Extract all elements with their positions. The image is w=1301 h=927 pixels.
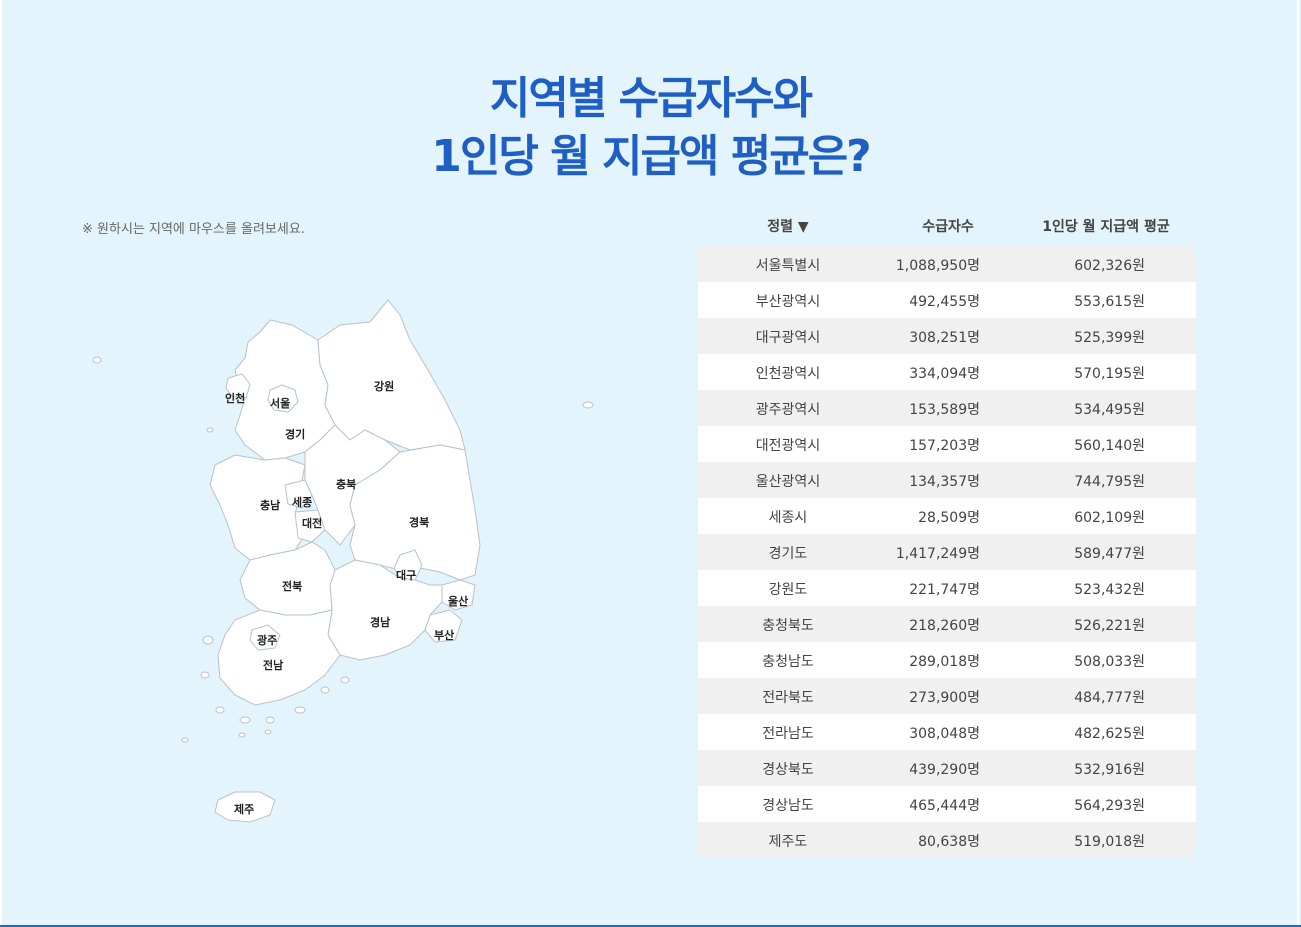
average-amount: 553,615원 [1074,294,1145,310]
table-row[interactable]: 강원도 221,747명 523,432원 [698,570,1196,606]
table-row[interactable]: 충청북도 218,260명 526,221원 [698,606,1196,642]
table-row[interactable]: 대구광역시 308,251명 525,399원 [698,318,1196,354]
label-gyeonggi[interactable]: 경기 [285,426,305,442]
table-row[interactable]: 전라북도 273,900명 484,777원 [698,678,1196,714]
region-name: 인천광역시 [755,366,821,382]
region-name: 전라북도 [762,690,814,706]
region-gangwon [317,299,466,451]
table-row[interactable]: 충청남도 289,018명 508,033원 [698,642,1196,678]
label-gangwon[interactable]: 강원 [374,378,394,394]
region-name: 전라남도 [762,726,814,742]
region-name: 제주도 [768,834,808,850]
label-gyeongnam[interactable]: 경남 [370,614,390,630]
korea-map: 인천 서울 경기 강원 충남 세종 대전 충북 경북 대구 전북 울산 경남 부… [70,280,670,840]
recipient-count: 492,455명 [909,294,980,310]
region-name: 충청남도 [762,654,814,670]
average-amount: 564,293원 [1074,798,1145,814]
region-name: 경상북도 [762,762,814,778]
recipient-count: 1,417,249명 [895,546,980,562]
average-amount: 602,109원 [1074,510,1145,526]
region-name: 울산광역시 [755,474,821,490]
label-busan[interactable]: 부산 [434,627,454,643]
map-hint: ※ 원하시는 지역에 마우스를 올려보세요. [82,222,305,237]
table-row[interactable]: 세종시 28,509명 602,109원 [698,498,1196,534]
sort-button[interactable]: 정렬 ▼ [698,216,878,236]
region-name: 대전광역시 [755,438,821,454]
average-amount: 744,795원 [1074,474,1145,490]
average-amount: 534,495원 [1074,402,1145,418]
label-ulsan[interactable]: 울산 [448,593,468,609]
region-chungnam [209,454,306,561]
average-amount: 532,916원 [1074,762,1145,778]
title-line-1: 지역별 수급자수와 [489,73,813,124]
average-amount: 525,399원 [1074,330,1145,346]
region-name: 충청북도 [762,618,814,634]
label-chungnam[interactable]: 충남 [260,497,280,513]
table-row[interactable]: 제주도 80,638명 519,018원 [698,822,1196,858]
recipient-count: 134,357명 [909,474,980,490]
label-chungbuk[interactable]: 충북 [336,476,356,492]
table-row[interactable]: 경상남도 465,444명 564,293원 [698,786,1196,822]
average-amount: 523,432원 [1074,582,1145,598]
recipient-count: 28,509명 [918,510,980,526]
label-gyeongbuk[interactable]: 경북 [409,514,429,530]
recipient-count: 465,444명 [909,798,980,814]
table-row[interactable]: 경기도 1,417,249명 589,477원 [698,534,1196,570]
average-amount: 519,018원 [1074,834,1145,850]
label-jeonnam[interactable]: 전남 [263,657,283,673]
label-jeonbuk[interactable]: 전북 [282,578,302,594]
header-count: 수급자수 [922,219,974,235]
average-amount: 526,221원 [1074,618,1145,634]
table-row[interactable]: 부산광역시 492,455명 553,615원 [698,282,1196,318]
region-name: 경상남도 [762,798,814,814]
label-incheon[interactable]: 인천 [225,390,245,406]
title-line-2: 1인당 월 지급액 평균은? [431,131,871,182]
label-daejeon[interactable]: 대전 [302,515,322,531]
recipient-count: 439,290명 [909,762,980,778]
page-title: 지역별 수급자수와 1인당 월 지급액 평균은? [0,70,1301,186]
region-name: 경기도 [768,546,808,562]
average-amount: 508,033원 [1074,654,1145,670]
average-amount: 482,625원 [1074,726,1145,742]
recipient-count: 157,203명 [909,438,980,454]
label-seoul[interactable]: 서울 [270,395,290,411]
average-amount: 570,195원 [1074,366,1145,382]
table-header: 정렬 ▼ 수급자수 1인당 월 지급액 평균 [698,216,1196,244]
table-row[interactable]: 전라남도 308,048명 482,625원 [698,714,1196,750]
recipient-count: 1,088,950명 [895,258,980,274]
region-name: 광주광역시 [755,402,821,418]
table-row[interactable]: 울산광역시 134,357명 744,795원 [698,462,1196,498]
table-row[interactable]: 인천광역시 334,094명 570,195원 [698,354,1196,390]
label-jeju[interactable]: 제주 [234,801,254,817]
region-name: 대구광역시 [755,330,821,346]
recipient-count: 308,048명 [909,726,980,742]
label-gwangju[interactable]: 광주 [257,632,277,648]
label-sejong[interactable]: 세종 [292,494,312,510]
average-amount: 602,326원 [1074,258,1145,274]
region-name: 세종시 [768,510,808,526]
table-row[interactable]: 경상북도 439,290명 532,916원 [698,750,1196,786]
region-name: 부산광역시 [755,294,821,310]
recipient-count: 273,900명 [909,690,980,706]
recipient-count: 308,251명 [909,330,980,346]
region-table: 서울특별시 1,088,950명 602,326원부산광역시 492,455명 553,… [698,246,1196,858]
region-gyeongnam [327,559,443,661]
recipient-count: 334,094명 [909,366,980,382]
korea-map-svg [92,299,594,823]
average-amount: 589,477원 [1074,546,1145,562]
recipient-count: 218,260명 [909,618,980,634]
average-amount: 560,140원 [1074,438,1145,454]
label-daegu[interactable]: 대구 [396,567,416,583]
recipient-count: 221,747명 [909,582,980,598]
region-name: 강원도 [768,582,808,598]
region-name: 서울특별시 [755,258,821,274]
header-amount: 1인당 월 지급액 평균 [1042,219,1170,235]
recipient-count: 80,638명 [918,834,980,850]
table-row[interactable]: 광주광역시 153,589명 534,495원 [698,390,1196,426]
table-row[interactable]: 서울특별시 1,088,950명 602,326원 [698,246,1196,282]
table-row[interactable]: 대전광역시 157,203명 560,140원 [698,426,1196,462]
average-amount: 484,777원 [1074,690,1145,706]
recipient-count: 153,589명 [909,402,980,418]
recipient-count: 289,018명 [909,654,980,670]
